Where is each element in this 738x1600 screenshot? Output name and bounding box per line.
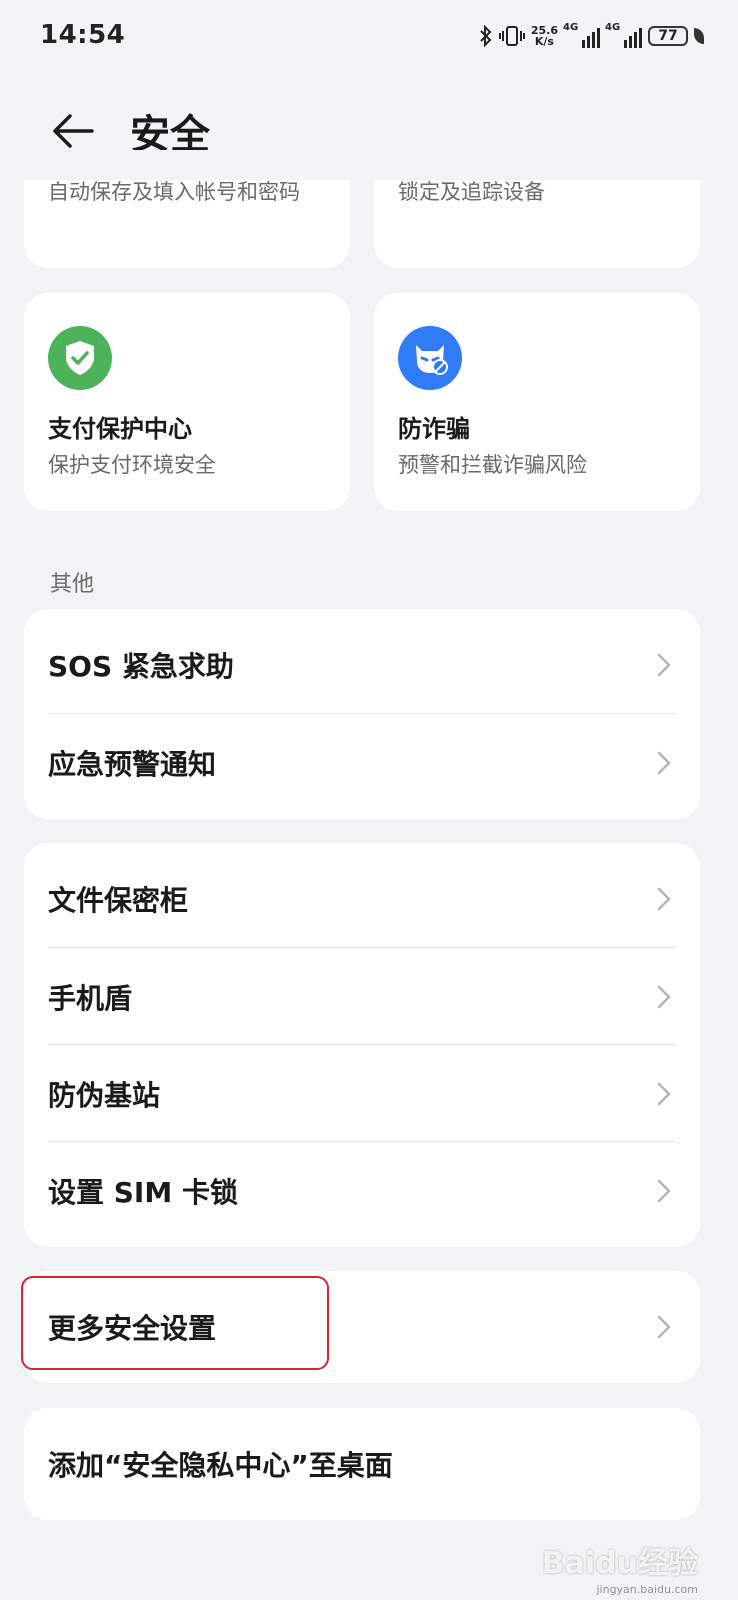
list-item-label: SOS 紧急求助 [48, 650, 234, 683]
emergency-group: SOS 紧急求助 应急预警通知 [24, 609, 700, 819]
signal-strength-icon-2: 4G [605, 22, 642, 48]
chevron-right-icon [657, 887, 671, 911]
status-icons: 25.6 K/s 4G 4G 77 [479, 20, 704, 52]
network-speed: 25.6 K/s [531, 25, 558, 47]
chevron-right-icon [657, 653, 671, 677]
chevron-right-icon [657, 985, 671, 1009]
battery-level: 77 [658, 28, 678, 44]
status-bar: 14:54 25.6 K/s 4G 4G 77 [0, 0, 738, 70]
find-device-subtitle: 锁定及追踪设备 [398, 180, 545, 204]
chevron-right-icon [657, 751, 671, 775]
anti-fraud-title: 防诈骗 [398, 415, 470, 443]
power-saving-leaf-icon [694, 28, 704, 44]
network-speed-unit: K/s [534, 35, 554, 48]
list-item-sos[interactable]: SOS 紧急求助 [24, 617, 700, 713]
anti-fraud-subtitle: 预警和拦截诈骗风险 [398, 453, 587, 477]
list-item-emergency-alerts[interactable]: 应急预警通知 [24, 715, 700, 811]
shield-check-icon [48, 326, 112, 390]
list-item-label: 手机盾 [48, 982, 133, 1015]
chevron-right-icon [657, 1179, 671, 1203]
payment-protection-subtitle: 保护支付环境安全 [48, 453, 216, 477]
highlight-annotation-box [21, 1276, 329, 1370]
baidu-watermark-url: jingyan.baidu.com [596, 1583, 698, 1596]
payment-protection-title: 支付保护中心 [48, 415, 192, 443]
chevron-right-icon [657, 1315, 671, 1339]
password-vault-subtitle: 自动保存及填入帐号和密码 [48, 180, 300, 204]
vibrate-icon [498, 26, 525, 46]
list-item-fake-base-station[interactable]: 防伪基站 [24, 1046, 700, 1142]
list-item-sim-lock[interactable]: 设置 SIM 卡锁 [24, 1143, 700, 1239]
divider [48, 947, 676, 948]
divider [48, 1141, 676, 1142]
signal-strength-icon: 4G [563, 22, 600, 48]
divider [48, 713, 676, 714]
status-time: 14:54 [40, 20, 126, 50]
list-item-label: 设置 SIM 卡锁 [48, 1176, 238, 1209]
list-item-phone-shield[interactable]: 手机盾 [24, 949, 700, 1045]
list-item-label: 应急预警通知 [48, 748, 217, 781]
section-label-other: 其他 [50, 572, 95, 597]
baidu-watermark: Baidu经验 [541, 1546, 698, 1581]
back-arrow-icon[interactable] [48, 106, 98, 156]
signal-type-label-2: 4G [605, 22, 621, 33]
payment-protection-card[interactable]: 支付保护中心 保护支付环境安全 [24, 293, 350, 511]
anti-fraud-icon [398, 326, 462, 390]
list-item-label: 防伪基站 [48, 1079, 161, 1112]
bluetooth-icon [480, 25, 492, 47]
add-to-desktop-card[interactable]: 添加“安全隐私中心”至桌面 [24, 1408, 700, 1520]
list-item-label: 文件保密柜 [48, 884, 189, 917]
list-item-file-safe[interactable]: 文件保密柜 [24, 851, 700, 947]
anti-fraud-card[interactable]: 防诈骗 预警和拦截诈骗风险 [374, 293, 700, 511]
header-backdrop [0, 150, 738, 180]
security-tools-group: 文件保密柜 手机盾 防伪基站 设置 SIM 卡锁 [24, 843, 700, 1247]
signal-type-label: 4G [563, 22, 579, 33]
chevron-right-icon [657, 1082, 671, 1106]
battery-icon: 77 [648, 26, 688, 46]
divider [48, 1044, 676, 1045]
add-to-desktop-label: 添加“安全隐私中心”至桌面 [48, 1449, 393, 1482]
